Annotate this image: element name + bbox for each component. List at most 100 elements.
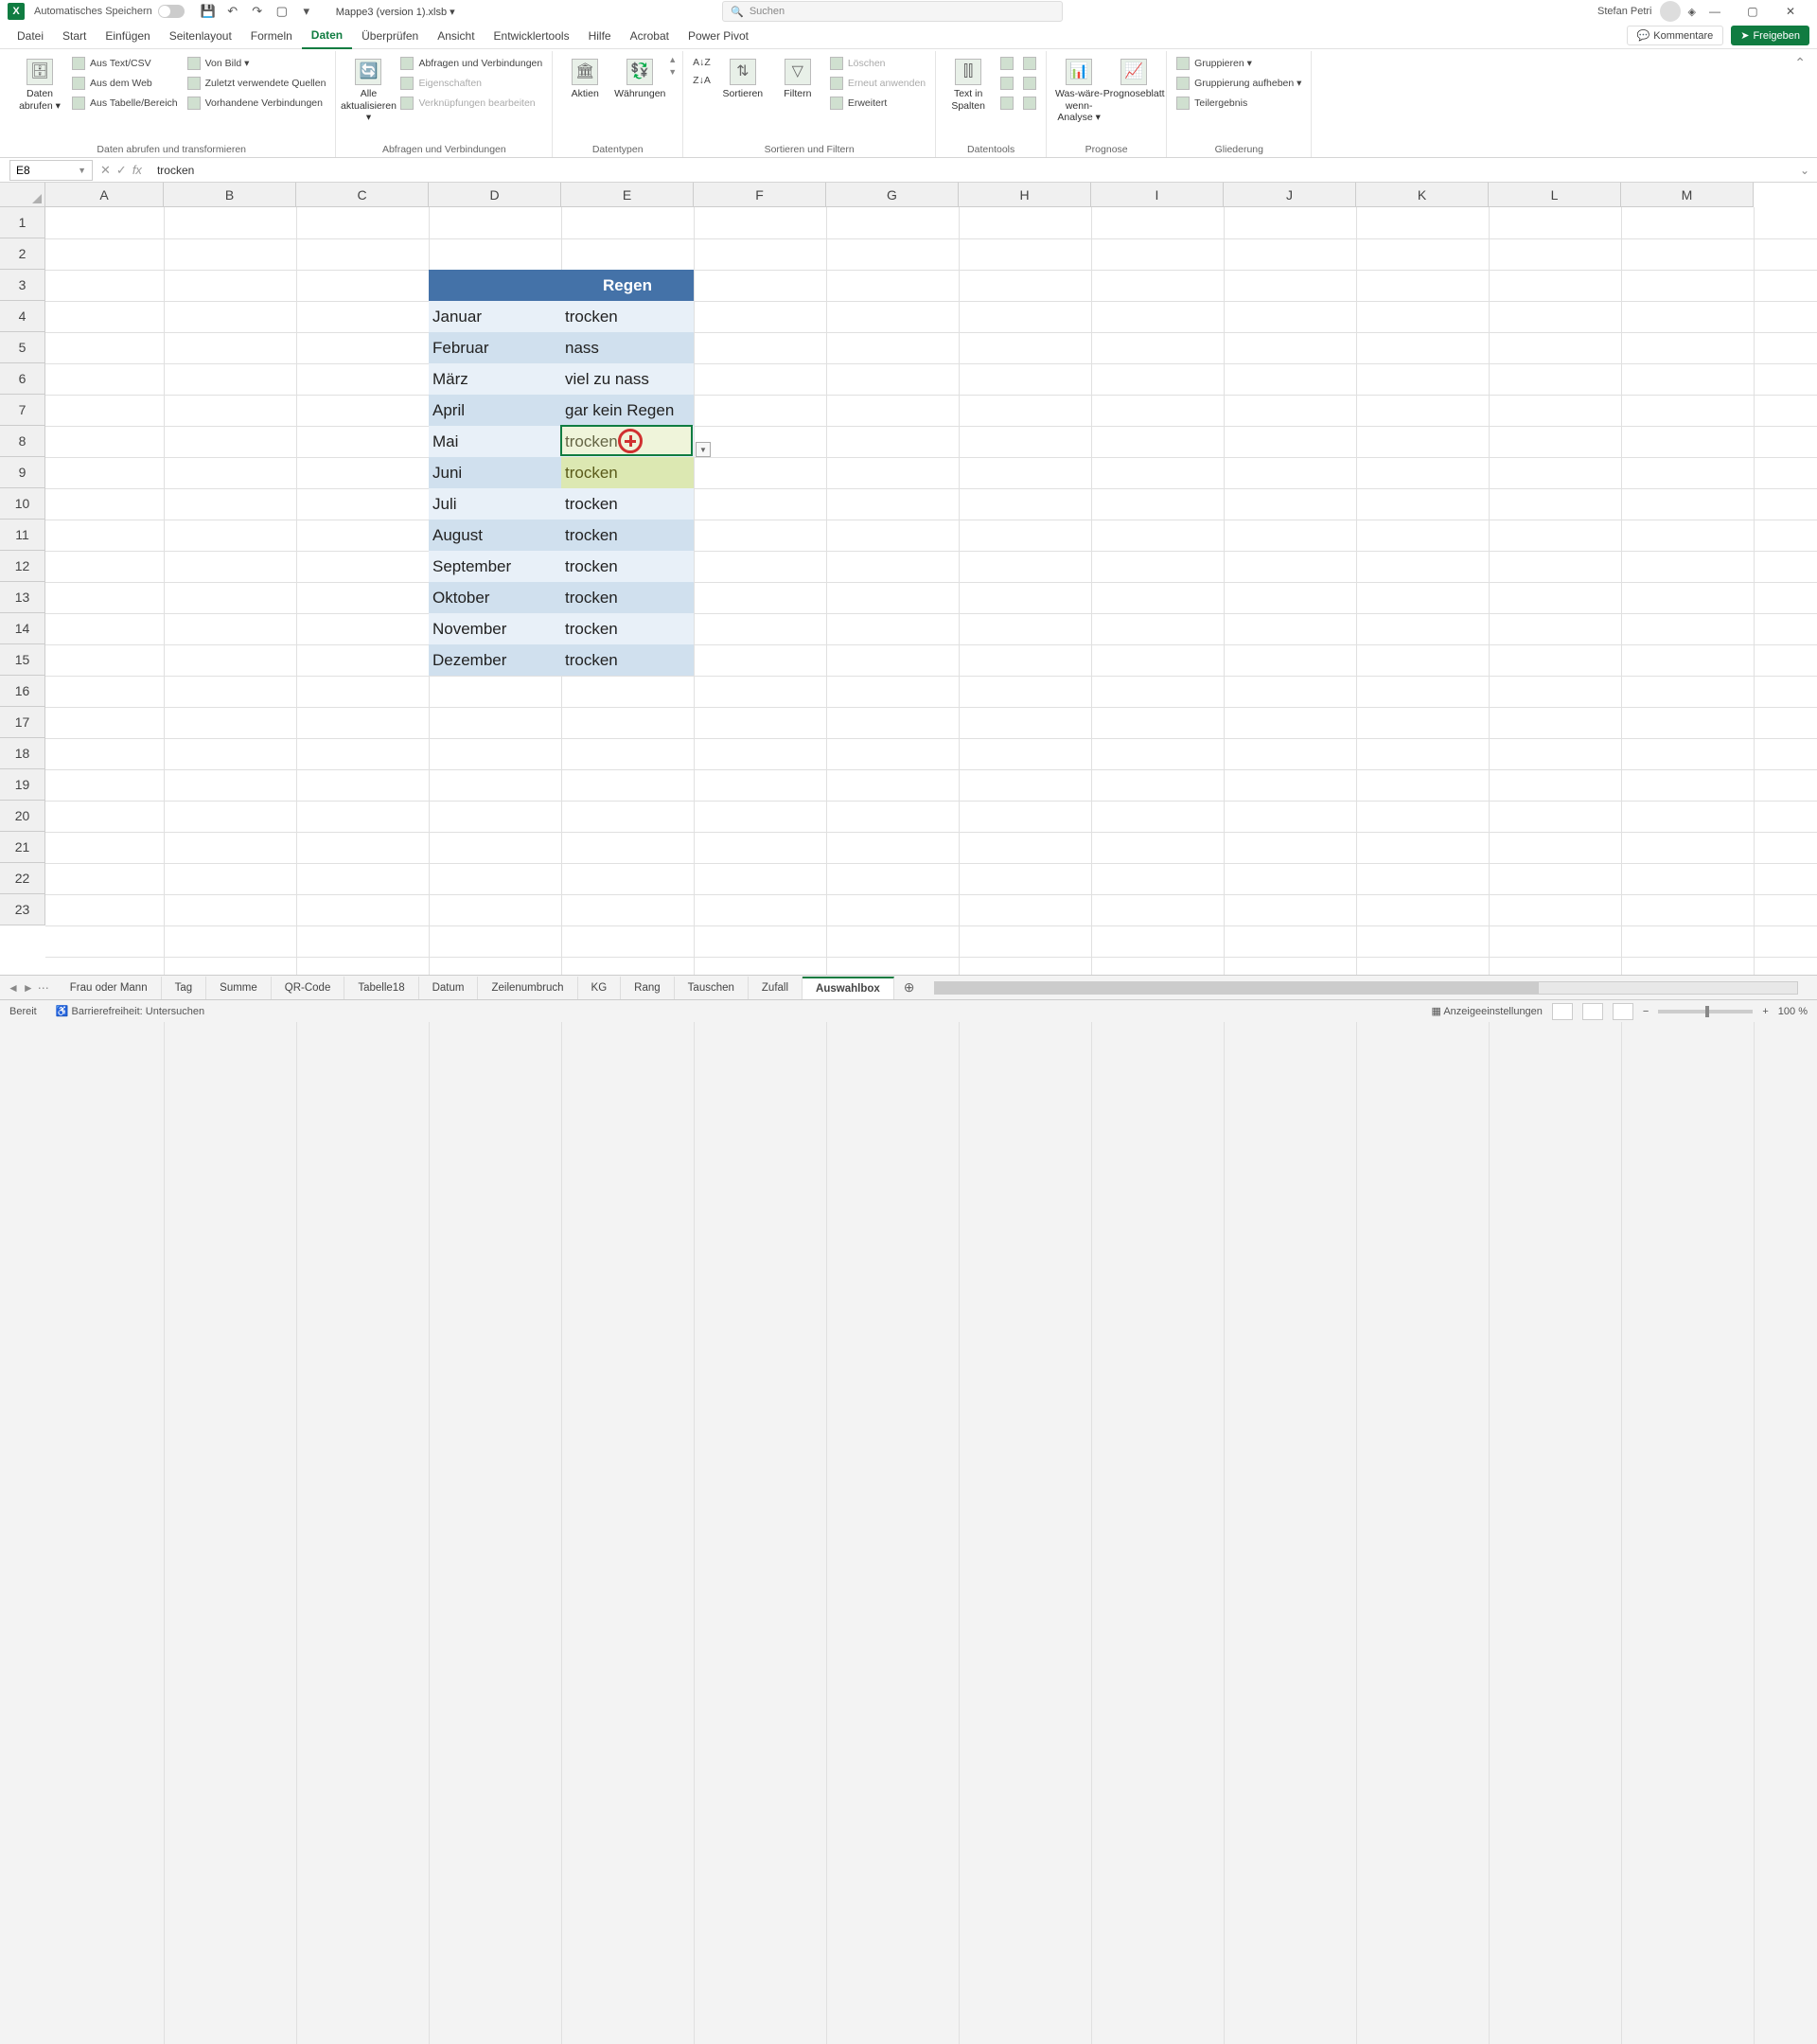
- close-icon[interactable]: ✕: [1772, 0, 1809, 23]
- sheet-tab[interactable]: Datum: [419, 977, 479, 999]
- table-cell[interactable]: August: [429, 520, 561, 551]
- sheet-tab[interactable]: Zufall: [749, 977, 803, 999]
- table-cell[interactable]: gar kein Regen: [561, 395, 694, 426]
- touch-icon[interactable]: ▢: [273, 2, 291, 21]
- ribbon-tab-datei[interactable]: Datei: [8, 23, 53, 49]
- recent-sources[interactable]: Zuletzt verwendete Quellen: [184, 75, 330, 92]
- row-header[interactable]: 10: [0, 488, 45, 520]
- collapse-ribbon-icon[interactable]: ⌃: [1791, 51, 1809, 75]
- normal-view-icon[interactable]: [1552, 1003, 1573, 1020]
- column-header[interactable]: H: [959, 183, 1091, 207]
- undo-icon[interactable]: ↶: [223, 2, 242, 21]
- row-header[interactable]: 3: [0, 270, 45, 301]
- ribbon-tab-acrobat[interactable]: Acrobat: [621, 23, 679, 49]
- subtotal-button[interactable]: Teilergebnis: [1173, 95, 1305, 112]
- row-header[interactable]: 5: [0, 332, 45, 363]
- share-button[interactable]: ➤ Freigeben: [1731, 26, 1809, 45]
- name-box[interactable]: E8▼: [9, 160, 93, 181]
- table-cell[interactable]: trocken: [561, 644, 694, 676]
- column-header[interactable]: I: [1091, 183, 1224, 207]
- ribbon-tab-daten[interactable]: Daten: [302, 23, 352, 49]
- sheet-tab[interactable]: Rang: [621, 977, 675, 999]
- refresh-all-button[interactable]: 🔄Alle aktualisieren ▾: [342, 55, 395, 128]
- table-cell[interactable]: Juni: [429, 457, 561, 488]
- row-header[interactable]: 8: [0, 426, 45, 457]
- column-header[interactable]: G: [826, 183, 959, 207]
- table-cell[interactable]: trocken: [561, 488, 694, 520]
- ribbon-tab-einfügen[interactable]: Einfügen: [96, 23, 159, 49]
- sheet-tab[interactable]: Frau oder Mann: [57, 977, 162, 999]
- forecast-button[interactable]: 📈Prognoseblatt: [1107, 55, 1160, 104]
- sheet-prev-icon[interactable]: ◄: [8, 981, 19, 995]
- table-cell[interactable]: Januar: [429, 301, 561, 332]
- row-header[interactable]: 20: [0, 801, 45, 832]
- table-cell[interactable]: trocken: [561, 582, 694, 613]
- from-text-csv[interactable]: Aus Text/CSV: [68, 55, 182, 72]
- row-header[interactable]: 19: [0, 769, 45, 801]
- display-settings[interactable]: ▦ Anzeigeeinstellungen: [1431, 1005, 1542, 1017]
- diamond-icon[interactable]: ◈: [1688, 6, 1696, 18]
- sheet-tab[interactable]: KG: [578, 977, 622, 999]
- ribbon-tab-start[interactable]: Start: [53, 23, 96, 49]
- column-header[interactable]: C: [296, 183, 429, 207]
- ribbon-tab-seitenlayout[interactable]: Seitenlayout: [160, 23, 241, 49]
- queries-connections[interactable]: Abfragen und Verbindungen: [397, 55, 546, 72]
- sheet-tab[interactable]: Tauschen: [675, 977, 749, 999]
- sheet-next-icon[interactable]: ►: [23, 981, 34, 995]
- sheet-tab[interactable]: Tabelle18: [344, 977, 418, 999]
- table-header-cell[interactable]: Regen: [561, 270, 694, 301]
- select-all-corner[interactable]: [0, 183, 45, 207]
- row-header[interactable]: 7: [0, 395, 45, 426]
- minimize-icon[interactable]: —: [1696, 0, 1734, 23]
- table-header-cell[interactable]: [429, 270, 561, 301]
- table-cell[interactable]: trocken: [561, 457, 694, 488]
- column-header[interactable]: F: [694, 183, 826, 207]
- data-validation-dropdown[interactable]: ▼: [696, 442, 711, 457]
- table-cell[interactable]: Februar: [429, 332, 561, 363]
- sheet-tab[interactable]: Auswahlbox: [803, 977, 894, 999]
- table-cell[interactable]: trocken: [561, 551, 694, 582]
- ribbon-tab-formeln[interactable]: Formeln: [241, 23, 302, 49]
- customize-icon[interactable]: ▾: [297, 2, 316, 21]
- comments-button[interactable]: 💬 Kommentare: [1627, 26, 1724, 45]
- row-header[interactable]: 12: [0, 551, 45, 582]
- sheet-tab[interactable]: Summe: [206, 977, 272, 999]
- advanced-filter[interactable]: Erweitert: [826, 95, 929, 112]
- row-header[interactable]: 13: [0, 582, 45, 613]
- table-cell[interactable]: trocken: [561, 301, 694, 332]
- accept-formula-icon[interactable]: ✓: [116, 163, 127, 178]
- cancel-formula-icon[interactable]: ✕: [100, 163, 111, 178]
- filename[interactable]: Mappe3 (version 1).xlsb ▾: [336, 6, 455, 18]
- table-cell[interactable]: viel zu nass: [561, 363, 694, 395]
- expand-formula-icon[interactable]: ⌄: [1792, 164, 1817, 177]
- save-icon[interactable]: 💾: [199, 2, 218, 21]
- what-if-button[interactable]: 📊Was-wäre-wenn-Analyse ▾: [1052, 55, 1105, 128]
- sort-desc[interactable]: Z↓A: [689, 73, 714, 88]
- from-image[interactable]: Von Bild ▾: [184, 55, 330, 72]
- row-header[interactable]: 16: [0, 676, 45, 707]
- filter-button[interactable]: ▽Filtern: [771, 55, 824, 104]
- page-layout-icon[interactable]: [1582, 1003, 1603, 1020]
- table-cell[interactable]: April: [429, 395, 561, 426]
- row-header[interactable]: 1: [0, 207, 45, 238]
- column-header[interactable]: D: [429, 183, 561, 207]
- zoom-slider[interactable]: [1658, 1010, 1753, 1013]
- existing-connections[interactable]: Vorhandene Verbindungen: [184, 95, 330, 112]
- stocks-button[interactable]: 🏛Aktien: [558, 55, 611, 104]
- column-header[interactable]: M: [1621, 183, 1754, 207]
- column-header[interactable]: J: [1224, 183, 1356, 207]
- table-cell[interactable]: September: [429, 551, 561, 582]
- sheet-tab[interactable]: Tag: [162, 977, 207, 999]
- ribbon-tab-hilfe[interactable]: Hilfe: [579, 23, 621, 49]
- sort-button[interactable]: ⇅Sortieren: [716, 55, 769, 104]
- row-header[interactable]: 17: [0, 707, 45, 738]
- add-sheet-button[interactable]: ⊕: [894, 979, 925, 996]
- table-cell[interactable]: November: [429, 613, 561, 644]
- from-web[interactable]: Aus dem Web: [68, 75, 182, 92]
- search-box[interactable]: 🔍 Suchen: [722, 1, 1063, 22]
- redo-icon[interactable]: ↷: [248, 2, 267, 21]
- ungroup-button[interactable]: Gruppierung aufheben ▾: [1173, 75, 1305, 92]
- row-header[interactable]: 11: [0, 520, 45, 551]
- row-header[interactable]: 2: [0, 238, 45, 270]
- table-cell[interactable]: Mai: [429, 426, 561, 457]
